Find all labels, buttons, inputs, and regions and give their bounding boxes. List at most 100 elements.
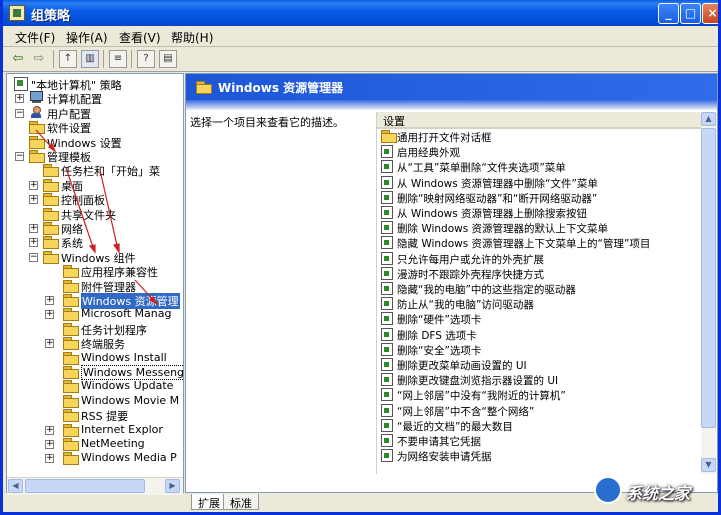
menu-action[interactable]: 操作(A)	[66, 29, 108, 46]
forward-icon[interactable]: ⇨	[30, 50, 48, 68]
setting-icon	[381, 403, 393, 417]
setting-label: “最近的文档”的最大数目	[397, 420, 513, 433]
title-bar[interactable]: 组策略 _ □ ×	[3, 0, 718, 26]
details-header-title: Windows 资源管理器	[218, 81, 344, 95]
setting-label: 从 Windows 资源管理器上删除搜索按钮	[397, 208, 588, 220]
scroll-right-icon[interactable]: ▶	[165, 479, 180, 493]
setting-label: 不要申请其它凭据	[397, 436, 481, 448]
expand-icon[interactable]: +	[29, 238, 38, 248]
up-folder-icon[interactable]: ↑	[59, 50, 77, 68]
setting-label: 删除“安全”选项卡	[397, 344, 482, 357]
folder-icon	[63, 322, 79, 336]
setting-label: 删除更改菜单动画设置的 UI	[397, 360, 527, 372]
expand-icon[interactable]: +	[45, 454, 54, 464]
setting-icon	[381, 312, 393, 326]
setting-icon	[381, 358, 393, 371]
tree-item-label: Windows Movie M	[81, 393, 180, 407]
setting-label: 删除“映射网络驱动器”和“断开网络驱动器”	[397, 192, 598, 205]
details-pane: Windows 资源管理器 选择一个项目来查看它的描述。 设置 通用打开文件对话…	[185, 73, 718, 493]
tab-extended[interactable]: 扩展	[191, 494, 227, 510]
setting-label: 通用打开文件对话框	[397, 132, 492, 144]
scroll-left-icon[interactable]: ◀	[8, 479, 23, 493]
folder-icon	[63, 394, 79, 408]
folder-icon	[43, 178, 59, 192]
setting-icon	[381, 160, 393, 174]
setting-icon	[381, 327, 393, 341]
setting-icon	[381, 221, 393, 235]
settings-vertical-scrollbar[interactable]: ▲ ▼	[701, 112, 717, 474]
back-icon[interactable]: ⇦	[9, 50, 27, 68]
toolbar: ⇦ ⇨ ↑ ▥ ≡ ? ▤	[3, 47, 718, 72]
folder-icon	[43, 250, 59, 264]
scroll-thumb[interactable]	[701, 128, 716, 428]
collapse-icon[interactable]: −	[15, 152, 24, 161]
tree-item-label: Windows Update	[81, 379, 174, 393]
toolbar-separator	[131, 50, 132, 68]
setting-label: 删除 DFS 选项卡	[397, 329, 477, 342]
folder-icon	[196, 81, 212, 94]
expand-icon[interactable]: +	[45, 296, 54, 305]
gpedit-window: 组策略 _ □ × 文件(F) 操作(A) 查看(V) 帮助(H) ⇦ ⇨ ↑ …	[0, 0, 721, 515]
setting-label: 隐藏 Windows 资源管理器上下文菜单上的“管理”项目	[397, 238, 651, 251]
folder-icon	[29, 150, 45, 163]
setting-label: 删除“硬件”选项卡	[397, 314, 482, 327]
tree-item-label: Internet Explor	[81, 422, 163, 436]
setting-icon	[381, 251, 393, 265]
tree-pane[interactable]: "本地计算机" 策略 + 计算机配置 − 用户配置 软件设置 Windows 设置 − 管理模板…	[6, 73, 184, 493]
folder-icon	[63, 351, 79, 365]
setting-icon	[381, 145, 393, 159]
policy-app-icon	[9, 5, 25, 21]
maximize-button[interactable]: □	[680, 3, 701, 24]
setting-label: “网上邻居”中没有“我附近的计算机”	[397, 390, 566, 403]
setting-label: 隐藏“我的电脑”中的这些指定的驱动器	[397, 284, 576, 296]
settings-list[interactable]: 设置 通用打开文件对话框 启用经典外观 从“工具”菜单删除“文件夹选项”菜单从 Wi…	[376, 112, 717, 474]
folder-icon	[381, 130, 397, 143]
tree-horizontal-scrollbar[interactable]: ◀ ▶	[7, 477, 183, 495]
folder-icon	[63, 423, 79, 437]
scroll-thumb[interactable]	[25, 479, 145, 493]
menu-help[interactable]: 帮助(H)	[171, 29, 213, 46]
policy-icon	[13, 77, 28, 91]
close-button[interactable]: ×	[702, 3, 718, 24]
menu-view[interactable]: 查看(V)	[119, 29, 161, 46]
folder-icon	[63, 380, 79, 394]
collapse-icon[interactable]: −	[29, 252, 38, 262]
scroll-down-icon[interactable]: ▼	[701, 458, 716, 472]
minimize-button[interactable]: _	[658, 3, 679, 24]
tab-standard[interactable]: 标准	[223, 494, 259, 510]
folder-icon	[63, 438, 79, 451]
properties-icon[interactable]: ▤	[159, 50, 177, 68]
expand-icon[interactable]: +	[45, 339, 54, 349]
watermark-logo-icon	[594, 476, 622, 504]
expand-icon[interactable]: +	[45, 310, 54, 320]
tree-item-label: Windows Messenger	[81, 365, 183, 380]
scroll-up-icon[interactable]: ▲	[701, 112, 716, 126]
expand-icon[interactable]: +	[29, 224, 38, 233]
expand-icon[interactable]: +	[29, 195, 38, 205]
collapse-icon[interactable]: −	[15, 108, 24, 118]
export-list-icon[interactable]: ≡	[109, 50, 127, 68]
expand-icon[interactable]: +	[29, 180, 38, 190]
menu-file[interactable]: 文件(F)	[15, 29, 55, 46]
folder-icon	[43, 164, 59, 178]
setting-label: 删除 Windows 资源管理器的默认上下文菜单	[397, 223, 609, 236]
folder-icon	[63, 452, 79, 466]
column-header-label: 设置	[383, 115, 405, 128]
help-icon[interactable]: ?	[137, 50, 155, 68]
expand-icon[interactable]: +	[15, 94, 24, 104]
setting-icon	[381, 266, 393, 280]
tree-item-label: Microsoft Manag	[81, 307, 172, 321]
toolbar-separator	[103, 50, 104, 68]
expand-icon[interactable]: +	[45, 425, 54, 435]
column-header-setting[interactable]: 设置	[377, 112, 701, 129]
folder-icon	[43, 207, 59, 221]
folder-icon	[63, 279, 79, 293]
tree-item-label: NetMeeting	[81, 437, 145, 450]
setting-label: 漫游时不跟踪外壳程序快捷方式	[397, 268, 544, 281]
folder-icon	[63, 265, 79, 279]
expand-icon[interactable]: +	[45, 440, 54, 449]
show-hide-tree-icon[interactable]: ▥	[81, 50, 99, 68]
user-icon	[29, 105, 44, 119]
setting-icon	[381, 342, 393, 356]
setting-label: 删除更改键盘浏览指示器设置的 UI	[397, 375, 559, 388]
